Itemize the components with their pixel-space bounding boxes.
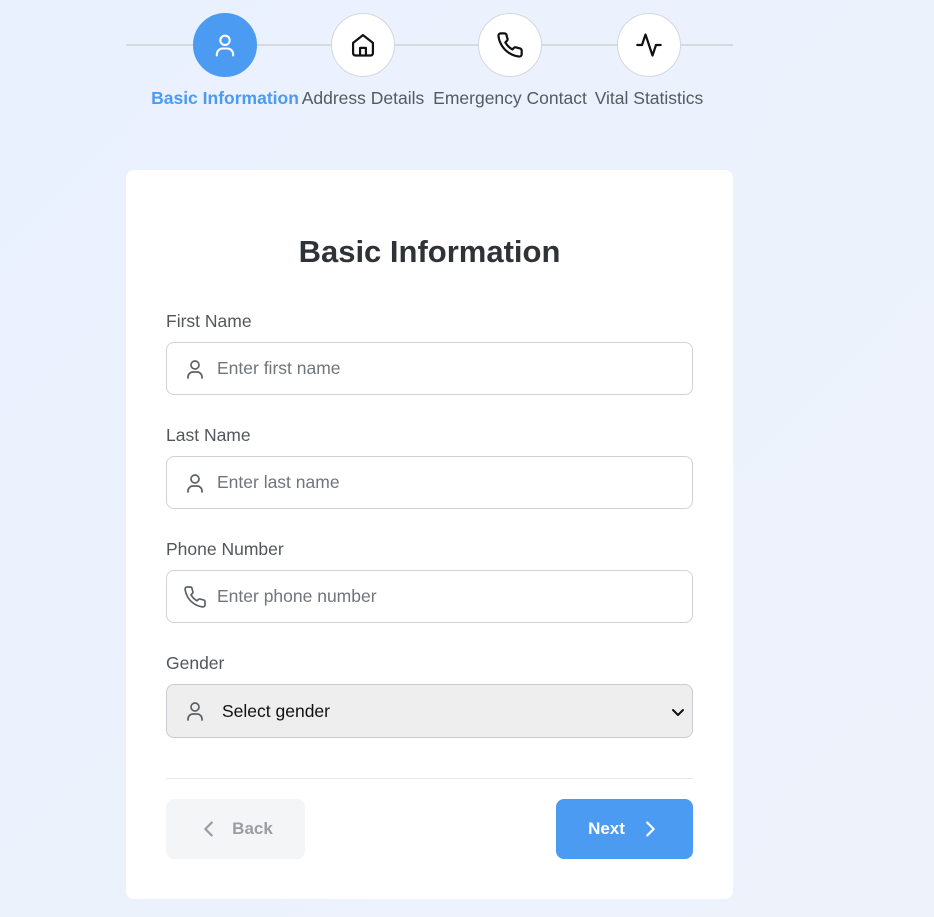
step-vital-statistics-circle[interactable] [617,13,681,77]
step-address-details[interactable]: Address Details [283,13,443,109]
form-divider [166,778,693,779]
back-button-label: Back [232,819,273,838]
step-basic-information[interactable]: Basic Information [145,13,305,109]
chevron-right-icon [646,821,655,837]
last-name-label: Last Name [166,425,251,445]
user-icon [187,360,203,379]
step-address-details-circle[interactable] [331,13,395,77]
step-label: Address Details [301,88,425,108]
form-title: Basic Information [298,234,561,269]
step-label: Emergency Contact [433,88,587,108]
progress-stepper: Basic Information Address Details Emerge… [126,13,733,123]
user-icon [187,702,203,721]
activity-icon [636,33,662,57]
step-emergency-contact-circle[interactable] [478,13,542,77]
first-name-label: First Name [166,311,252,331]
step-emergency-contact[interactable]: Emergency Contact [430,13,590,109]
user-icon [187,474,203,493]
chevron-left-icon [204,821,214,837]
step-basic-information-circle[interactable] [193,13,257,77]
phone-number-field[interactable] [166,570,693,623]
step-label: Basic Information [151,88,299,108]
phone-number-input[interactable] [217,571,677,622]
phone-icon [184,586,206,608]
next-button[interactable]: Next [556,799,693,859]
phone-number-label: Phone Number [166,539,284,559]
home-icon [351,33,375,57]
gender-selected-value: Select gender [222,701,330,721]
step-vital-statistics[interactable]: Vital Statistics [569,13,729,109]
first-name-field[interactable] [166,342,693,395]
phone-icon [497,32,523,58]
first-name-input[interactable] [217,343,677,394]
form-card: Basic Information First Name Last Name P… [126,170,733,899]
step-label: Vital Statistics [594,88,704,108]
last-name-input[interactable] [217,457,677,508]
gender-select[interactable]: Select gender [166,684,693,738]
last-name-field[interactable] [166,456,693,509]
user-icon [215,34,235,57]
gender-label: Gender [166,653,225,673]
next-button-label: Next [588,819,625,838]
back-button[interactable]: Back [166,799,305,859]
chevron-down-icon [672,709,684,716]
